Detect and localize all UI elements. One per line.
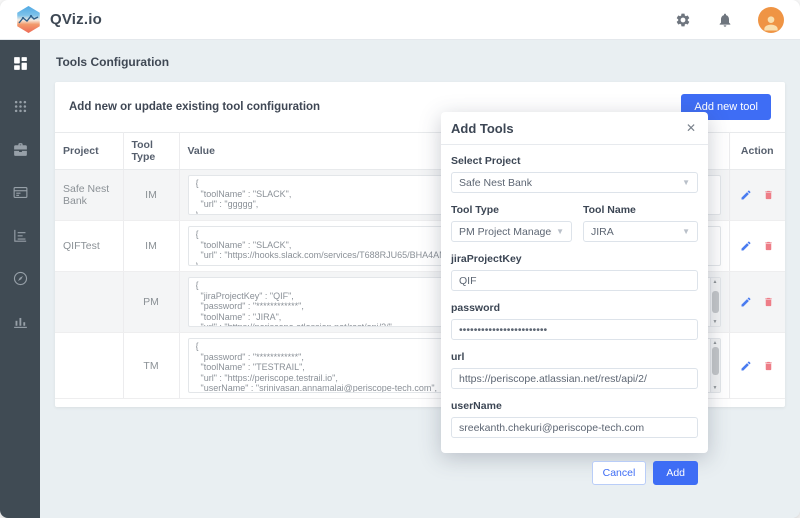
url-label: url: [451, 351, 698, 363]
delete-trash-icon[interactable]: [762, 189, 775, 202]
tool-name-dropdown[interactable]: JIRA ▼: [583, 221, 698, 242]
column-header-tool-type: Tool Type: [123, 133, 179, 170]
cell-tool-type: PM: [123, 272, 179, 333]
cell-project: [55, 333, 123, 399]
tool-type-label: Tool Type: [451, 204, 572, 216]
settings-gear-icon[interactable]: [674, 11, 692, 29]
delete-trash-icon[interactable]: [762, 359, 775, 372]
modal-close-icon[interactable]: ✕: [684, 120, 698, 136]
user-avatar[interactable]: [758, 7, 784, 33]
delete-trash-icon[interactable]: [762, 296, 775, 309]
top-navbar: QViz.io: [0, 0, 800, 40]
card-heading: Add new or update existing tool configur…: [69, 101, 320, 113]
cell-tool-type: TM: [123, 333, 179, 399]
chevron-down-icon: ▼: [682, 178, 690, 187]
edit-pencil-icon[interactable]: [740, 359, 753, 372]
chevron-down-icon: ▼: [556, 227, 564, 236]
column-header-action: Action: [729, 133, 785, 170]
cell-tool-type: IM: [123, 221, 179, 272]
notifications-bell-icon[interactable]: [716, 11, 734, 29]
qviz-logo-icon: [16, 6, 41, 33]
password-label: password: [451, 302, 698, 314]
cancel-button[interactable]: Cancel: [592, 461, 647, 485]
cell-project: Safe Nest Bank: [55, 170, 123, 221]
sidebar-item-bar-chart-icon[interactable]: [11, 312, 29, 330]
cell-project: [55, 272, 123, 333]
edit-pencil-icon[interactable]: [740, 189, 753, 202]
cell-project: QIFTest: [55, 221, 123, 272]
jira-project-key-field[interactable]: [451, 270, 698, 291]
modal-title: Add Tools: [451, 121, 514, 136]
tool-name-label: Tool Name: [583, 204, 698, 216]
delete-trash-icon[interactable]: [762, 240, 775, 253]
edit-pencil-icon[interactable]: [740, 296, 753, 309]
jira-project-key-label: jiraProjectKey: [451, 253, 698, 265]
sidebar-item-reports-icon[interactable]: [11, 183, 29, 201]
edit-pencil-icon[interactable]: [740, 240, 753, 253]
chevron-down-icon: ▼: [682, 227, 690, 236]
username-field[interactable]: [451, 417, 698, 438]
sidebar-item-toolbox-icon[interactable]: [11, 140, 29, 158]
textarea-scrollbar[interactable]: ▲▼: [710, 278, 720, 326]
password-field[interactable]: [451, 319, 698, 340]
sidebar-item-chart-list-icon[interactable]: [11, 226, 29, 244]
url-field[interactable]: [451, 368, 698, 389]
select-project-label: Select Project: [451, 155, 698, 167]
app-window: QViz.io: [0, 0, 800, 518]
cell-tool-type: IM: [123, 170, 179, 221]
column-header-project: Project: [55, 133, 123, 170]
add-tools-modal: Add Tools ✕ Select Project Safe Nest Ban…: [441, 112, 708, 453]
textarea-scrollbar[interactable]: ▲▼: [710, 339, 720, 392]
sidebar: [0, 40, 40, 518]
add-button[interactable]: Add: [653, 461, 698, 485]
select-project-dropdown[interactable]: Safe Nest Bank ▼: [451, 172, 698, 193]
sidebar-item-apps-grid-icon[interactable]: [11, 97, 29, 115]
sidebar-item-dashboard-icon[interactable]: [11, 54, 29, 72]
brand-title: QViz.io: [50, 11, 102, 28]
tool-type-dropdown[interactable]: PM Project Management ▼: [451, 221, 572, 242]
page-title: Tools Configuration: [40, 40, 800, 82]
username-label: userName: [451, 400, 698, 412]
sidebar-item-explore-compass-icon[interactable]: [11, 269, 29, 287]
